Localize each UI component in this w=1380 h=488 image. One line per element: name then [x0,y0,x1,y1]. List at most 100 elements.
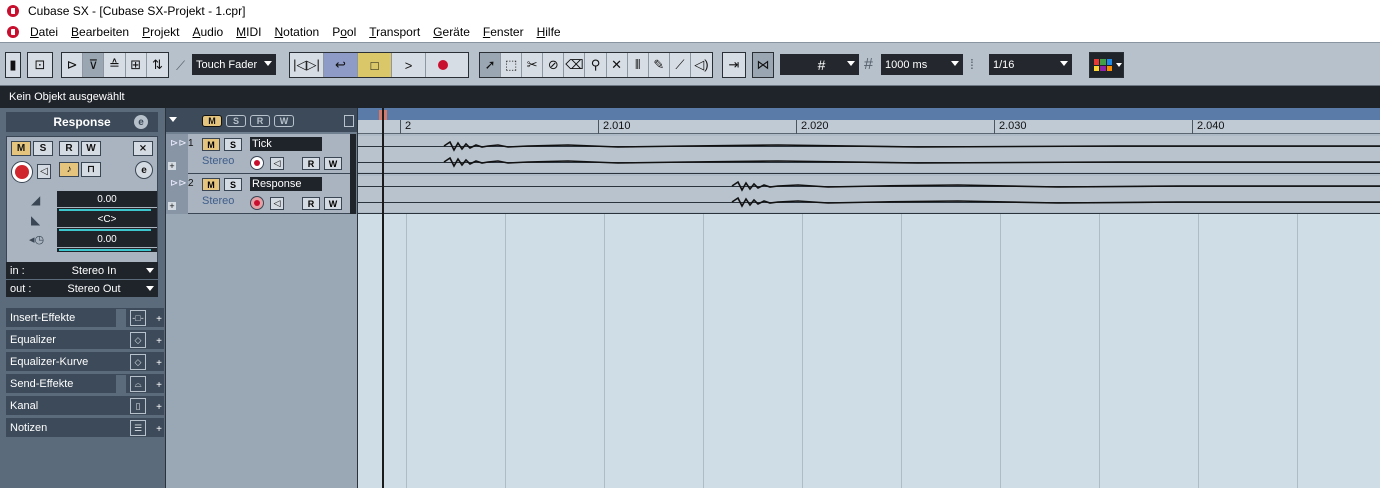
speaker-tool-icon[interactable]: ◁) [691,53,712,77]
autoscroll-button[interactable]: ⇥ [722,52,746,78]
insert-icon[interactable]: -□- [130,310,146,326]
track-solo-button[interactable]: S [224,138,242,151]
menu-item[interactable]: Projekt [142,25,179,39]
inspector-solo-button[interactable]: S [33,141,53,156]
expand-icon[interactable]: + [156,402,162,413]
global-read-chip[interactable]: R [250,115,270,127]
expand-icon[interactable]: + [156,380,162,391]
zoom-tool-icon[interactable]: ⚲ [585,53,607,77]
track-record-button[interactable] [250,156,264,170]
expand-icon[interactable]: + [156,314,162,325]
section-channel[interactable]: Kanal ▯ + [6,396,164,416]
arrange-window[interactable]: 2 2.010 2.020 2.030 2.040 [357,108,1380,488]
inspector-mute-button[interactable]: M [11,141,31,156]
grid-type-select[interactable]: # [780,54,859,75]
track-monitor-icon[interactable]: ◁ [270,197,284,210]
split-tool-icon[interactable]: ✂ [522,53,544,77]
timeline-ruler[interactable]: 2 2.010 2.020 2.030 2.040 [358,108,1380,134]
arrow-tool-icon[interactable]: ➚ [480,53,502,77]
track-record-button[interactable] [250,196,264,210]
inspector-toggle-button[interactable]: ▮ [5,52,21,78]
track-mute-button[interactable]: M [202,178,220,191]
edit-icon[interactable]: e [135,161,153,179]
inspector-record-button[interactable] [11,161,33,183]
chevron-down-icon[interactable] [169,117,177,122]
track-name[interactable]: Tick [250,137,322,151]
track-lane-response[interactable] [358,174,1380,214]
project-cursor[interactable] [382,108,384,488]
close-icon[interactable]: ⨯ [133,141,153,156]
delay-slider[interactable] [57,248,157,252]
draw-tool-icon[interactable]: ✎ [649,53,670,77]
expand-icon[interactable]: + [156,336,162,347]
snap-value-select[interactable]: 1000 ms [881,54,963,75]
eq-curve-icon[interactable]: ◇ [130,354,146,370]
inspector-track-name[interactable]: Response e [6,112,158,132]
track-solo-button[interactable]: S [224,178,242,191]
eq-icon[interactable]: ◇ [130,332,146,348]
automation-mode-select[interactable]: Touch Fader [192,54,276,75]
track-lane-tick[interactable] [358,134,1380,174]
menu-item[interactable]: MIDI [236,25,261,39]
stack-icon[interactable]: ≙ [104,53,126,77]
track-read-button[interactable]: R [302,157,320,170]
inspector-write-button[interactable]: W [81,141,101,156]
goto-start-icon[interactable]: |◁▷| [290,53,324,77]
menu-item[interactable]: Bearbeiten [71,25,129,39]
global-solo-chip[interactable]: S [226,115,246,127]
input-routing-select[interactable]: in : Stereo In [6,262,158,279]
document-icon[interactable] [6,25,20,39]
global-mute-chip[interactable]: M [202,115,222,127]
bypass-switch[interactable] [116,375,126,393]
track-read-button[interactable]: R [302,197,320,210]
record-icon[interactable] [426,53,460,77]
audio-event[interactable] [358,176,1380,212]
edit-channel-icon[interactable]: e [134,115,148,129]
ruler-locator-bar[interactable] [358,108,1380,120]
cycle-icon[interactable]: ↩ [324,53,358,77]
glue-tool-icon[interactable]: ⊘ [543,53,565,77]
menu-item[interactable]: Pool [332,25,356,39]
section-equalizer-curve[interactable]: Equalizer-Kurve ◇ + [6,352,164,372]
autoscroll-icon[interactable]: ⊳ [62,53,84,77]
audio-event[interactable] [358,136,1380,172]
lock-icon[interactable]: ⊓ [81,162,101,177]
play-icon[interactable]: > [392,53,426,77]
track-name[interactable]: Response [250,177,322,191]
channel-icon[interactable]: ▯ [130,398,146,414]
menu-item[interactable]: Audio [192,25,223,39]
erase-tool-icon[interactable]: ⌫ [564,53,586,77]
timewarp-tool-icon[interactable]: ⦀ [628,53,649,77]
snap-icon[interactable]: ⊽ [83,53,105,77]
monitor-icon[interactable]: ◁ [37,164,51,179]
track-mute-button[interactable]: M [202,138,220,151]
quantize-select[interactable]: 1/16 [989,54,1072,75]
line-tool-icon[interactable]: ⟋ [670,53,691,77]
menu-item[interactable]: Hilfe [537,25,561,39]
pan-value[interactable]: <C> [57,211,157,227]
track-row[interactable]: ⊳⊳ + 1 M S Tick Stereo ◁ R W [166,134,356,174]
split-icon[interactable]: ⊞ [126,53,147,77]
expand-icon[interactable]: + [156,358,162,369]
stop-icon[interactable]: □ [358,53,392,77]
track-row[interactable]: ⊳⊳ + 2 M S Response Stereo ◁ R W [166,174,356,214]
inspector-read-button[interactable]: R [59,141,79,156]
expand-icon[interactable]: + [168,201,176,211]
timebase-icon[interactable]: ♪ [59,162,79,177]
expand-icon[interactable]: + [168,161,176,171]
track-monitor-icon[interactable]: ◁ [270,157,284,170]
color-select-button[interactable] [1089,52,1124,78]
global-write-chip[interactable]: W [274,115,294,127]
section-notes[interactable]: Notizen ☰ + [6,418,164,438]
bypass-switch[interactable] [116,309,126,327]
track-list-options-icon[interactable] [344,115,354,127]
section-insert-effects[interactable]: Insert-Effekte -□- + [6,308,164,328]
menu-item[interactable]: Fenster [483,25,524,39]
mute-tool-icon[interactable]: ✕ [607,53,628,77]
track-list-empty-area[interactable] [166,214,358,488]
volume-value[interactable]: 0.00 [57,191,157,207]
range-tool-icon[interactable]: ⬚ [501,53,523,77]
menu-item[interactable]: Notation [275,25,320,39]
section-send-effects[interactable]: Send-Effekte ⌓ + [6,374,164,394]
constrain-button[interactable]: ⊡ [27,52,53,78]
